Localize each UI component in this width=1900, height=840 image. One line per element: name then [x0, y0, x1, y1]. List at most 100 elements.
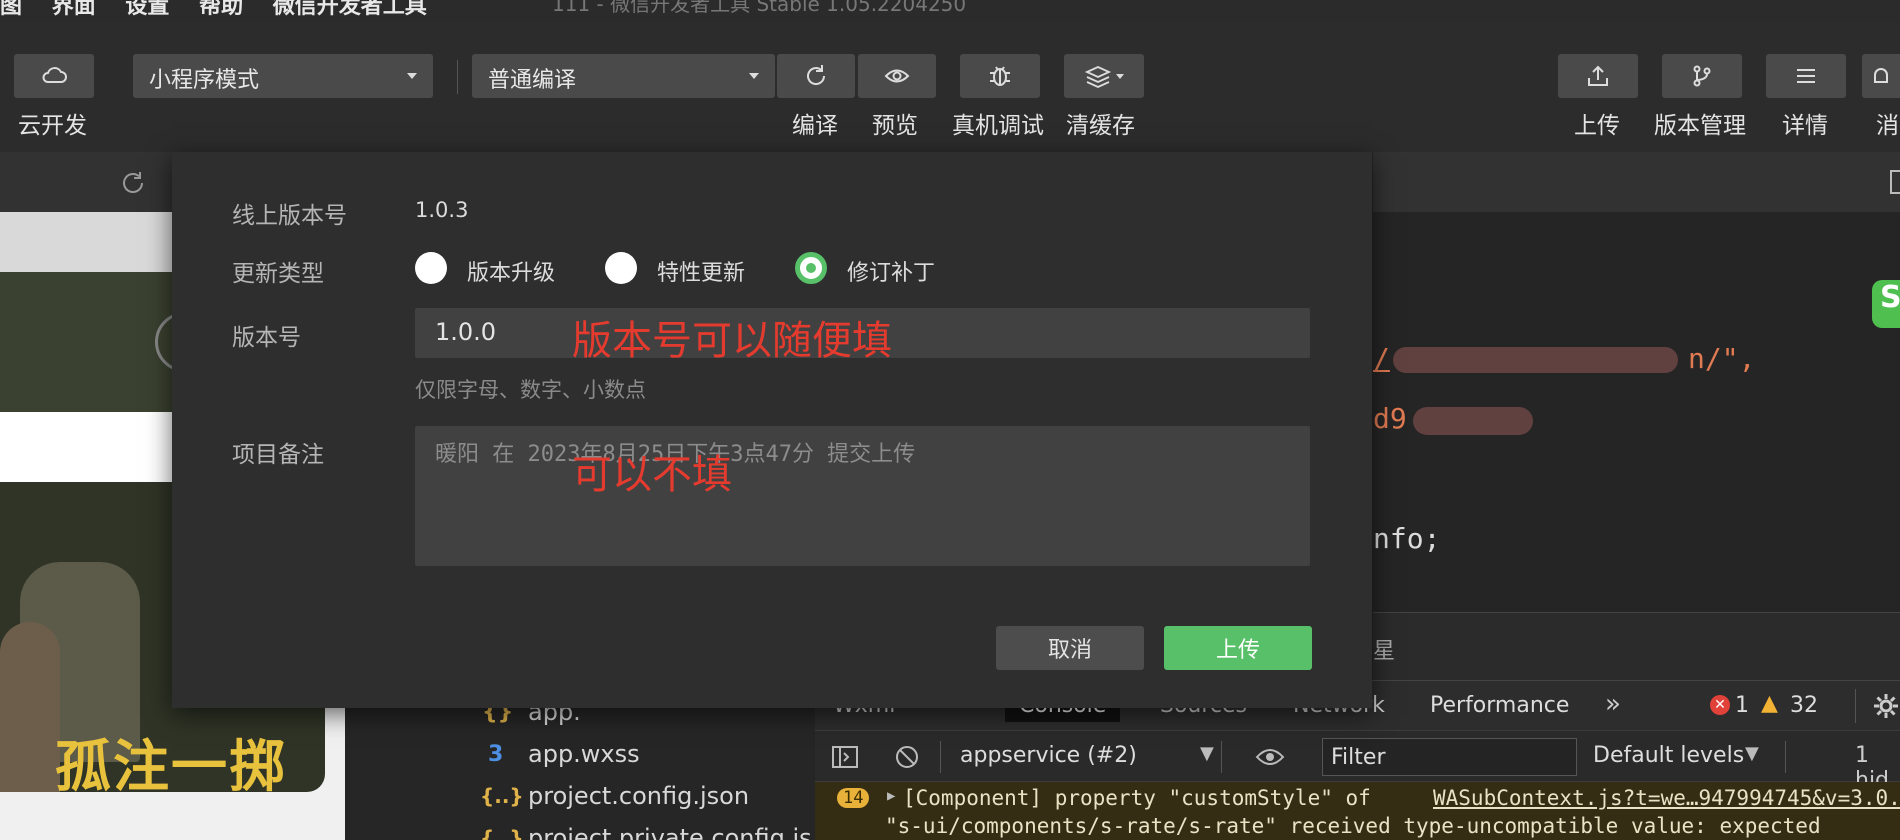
code-editor[interactable]: / n/", d9 nfo;: [1373, 212, 1900, 612]
clear-cache-label: 清缓存: [1066, 113, 1135, 139]
note-textarea[interactable]: 暖阳 在 2023年8月25日下午3点47分 提交上传: [415, 426, 1310, 566]
menu-item-help[interactable]: 帮助: [199, 0, 243, 19]
clear-cache-button[interactable]: [1064, 54, 1144, 98]
panel-label: 星: [1373, 639, 1396, 664]
filter-input[interactable]: Filter: [1322, 738, 1577, 776]
menu-items: 图 界面 设置 帮助 微信开发者工具: [0, 0, 449, 20]
menu-item-settings[interactable]: 设置: [125, 0, 169, 19]
device-debug-label: 真机调试: [952, 113, 1044, 139]
filter-placeholder: Filter: [1331, 745, 1386, 770]
menu-icon: [1797, 69, 1815, 83]
message-label: 消: [1876, 113, 1899, 139]
toolbar-divider: [1221, 741, 1222, 773]
more-tabs-button[interactable]: »: [1605, 689, 1621, 719]
version-manage-button[interactable]: [1662, 54, 1742, 98]
preview-button[interactable]: [858, 54, 936, 98]
version-input-value: 1.0.0: [435, 318, 497, 346]
cloud-dev-button[interactable]: [14, 54, 94, 98]
annotation-version: 版本号可以随便填: [572, 318, 892, 364]
radio-label-feature[interactable]: 特性更新: [657, 255, 745, 287]
file-tree-item[interactable]: project.config.json: [528, 782, 749, 810]
note-label: 项目备注: [232, 442, 324, 468]
toolbar: 云开发 小程序模式 普通编译 编译 预览 真机调试 清缓存 上传 版本管理 详情…: [0, 22, 1900, 152]
version-manage-label: 版本管理: [1654, 113, 1746, 139]
update-type-label: 更新类型: [232, 261, 324, 287]
json-file-icon: {..}: [480, 826, 524, 840]
chevron-down-icon: [1116, 73, 1124, 79]
chevron-down-icon: ▼: [1745, 743, 1759, 764]
device-debug-button[interactable]: [960, 54, 1040, 98]
chevron-down-icon: [407, 73, 417, 79]
redacted-blur: [1413, 407, 1533, 435]
cloud-icon: [42, 67, 67, 83]
compile-button[interactable]: [777, 54, 855, 98]
clear-console-icon[interactable]: [893, 743, 921, 771]
menu-item-view[interactable]: 图: [0, 0, 22, 19]
mode-select-value: 小程序模式: [149, 68, 260, 93]
radio-label-major[interactable]: 版本升级: [467, 255, 555, 287]
toolbar-divider: [1785, 741, 1786, 773]
code-string: /: [1373, 342, 1390, 375]
gear-icon[interactable]: [1873, 693, 1899, 719]
mode-select[interactable]: 小程序模式: [133, 54, 433, 98]
simulator-header: [0, 152, 175, 212]
file-tree-item[interactable]: project.private.config.js...: [528, 824, 835, 840]
message-button[interactable]: [1862, 54, 1900, 98]
context-select[interactable]: appservice (#2): [960, 743, 1137, 768]
radio-patch[interactable]: [795, 252, 827, 284]
eye-icon: [884, 69, 910, 83]
version-hint: 仅限字母、数字、小数点: [415, 378, 646, 402]
branch-icon: [1693, 65, 1711, 87]
editor-tab-bar: [1373, 152, 1900, 212]
editor-bottom-panel: 星: [1373, 612, 1900, 680]
compile-label: 编译: [792, 113, 838, 139]
upload-icon: [1588, 65, 1608, 86]
upload-button[interactable]: 上传: [1164, 626, 1312, 670]
preview-label: 预览: [872, 113, 918, 139]
file-tree: {} app. 3 app.wxss {..} project.config.j…: [345, 692, 835, 840]
details-label: 详情: [1782, 113, 1828, 139]
online-version-value: 1.0.3: [415, 198, 469, 222]
version-label: 版本号: [232, 325, 301, 351]
warning-icon: ▲: [1761, 691, 1778, 716]
poster-title: 孤注一掷: [55, 734, 287, 792]
toolbar-divider: [940, 741, 941, 773]
code-line: nfo;: [1373, 522, 1441, 555]
poster-figure: [0, 622, 60, 792]
details-button[interactable]: [1766, 54, 1846, 98]
bug-icon: [990, 66, 1010, 86]
redacted-blur: [1393, 347, 1678, 373]
tab-performance[interactable]: Performance: [1430, 693, 1569, 718]
radio-label-patch[interactable]: 修订补丁: [847, 255, 935, 287]
code-string: d9: [1373, 402, 1407, 435]
levels-select[interactable]: Default levels: [1593, 743, 1744, 768]
error-count[interactable]: 1: [1735, 693, 1749, 718]
devtools-toolbar: appservice (#2) ▼ Filter Default levels …: [815, 730, 1900, 793]
split-icon[interactable]: [1890, 170, 1900, 194]
annotation-note: 可以不填: [572, 452, 732, 498]
layers-icon: [1084, 66, 1112, 88]
error-icon: ✕: [1710, 695, 1730, 715]
eye-icon[interactable]: [1255, 745, 1285, 769]
css-file-icon: 3: [488, 742, 504, 767]
expand-triangle-icon[interactable]: ▶: [887, 788, 895, 804]
upload-toolbar-button[interactable]: [1558, 54, 1638, 98]
cancel-button[interactable]: 取消: [996, 626, 1144, 670]
menu-bar: 图 界面 设置 帮助 微信开发者工具 111 - 微信开发者工具 Stable …: [0, 0, 1900, 22]
toolbar-divider: [457, 60, 458, 94]
console-source-link[interactable]: WASubContext.js?t=we…947994745&v=3.0.: [1433, 786, 1900, 810]
file-tree-item[interactable]: app.wxss: [528, 740, 640, 768]
code-string: n/",: [1688, 342, 1756, 375]
chevron-down-icon: [749, 73, 759, 79]
console-output: 14 ▶ [Component] property "customStyle" …: [815, 782, 1900, 840]
repeat-count-badge: 14: [837, 788, 870, 808]
radio-major-upgrade[interactable]: [415, 252, 447, 284]
upload-dialog: 线上版本号 1.0.3 更新类型 版本升级 特性更新 修订补丁 版本号 1.0.…: [172, 152, 1372, 708]
menu-item-interface[interactable]: 界面: [52, 0, 96, 19]
refresh-icon[interactable]: [118, 168, 148, 198]
menu-item-devtools[interactable]: 微信开发者工具: [273, 0, 427, 19]
compile-select[interactable]: 普通编译: [472, 54, 775, 98]
sidebar-toggle-icon[interactable]: [831, 743, 859, 771]
radio-feature-update[interactable]: [605, 252, 637, 284]
warning-count[interactable]: 32: [1790, 693, 1818, 718]
